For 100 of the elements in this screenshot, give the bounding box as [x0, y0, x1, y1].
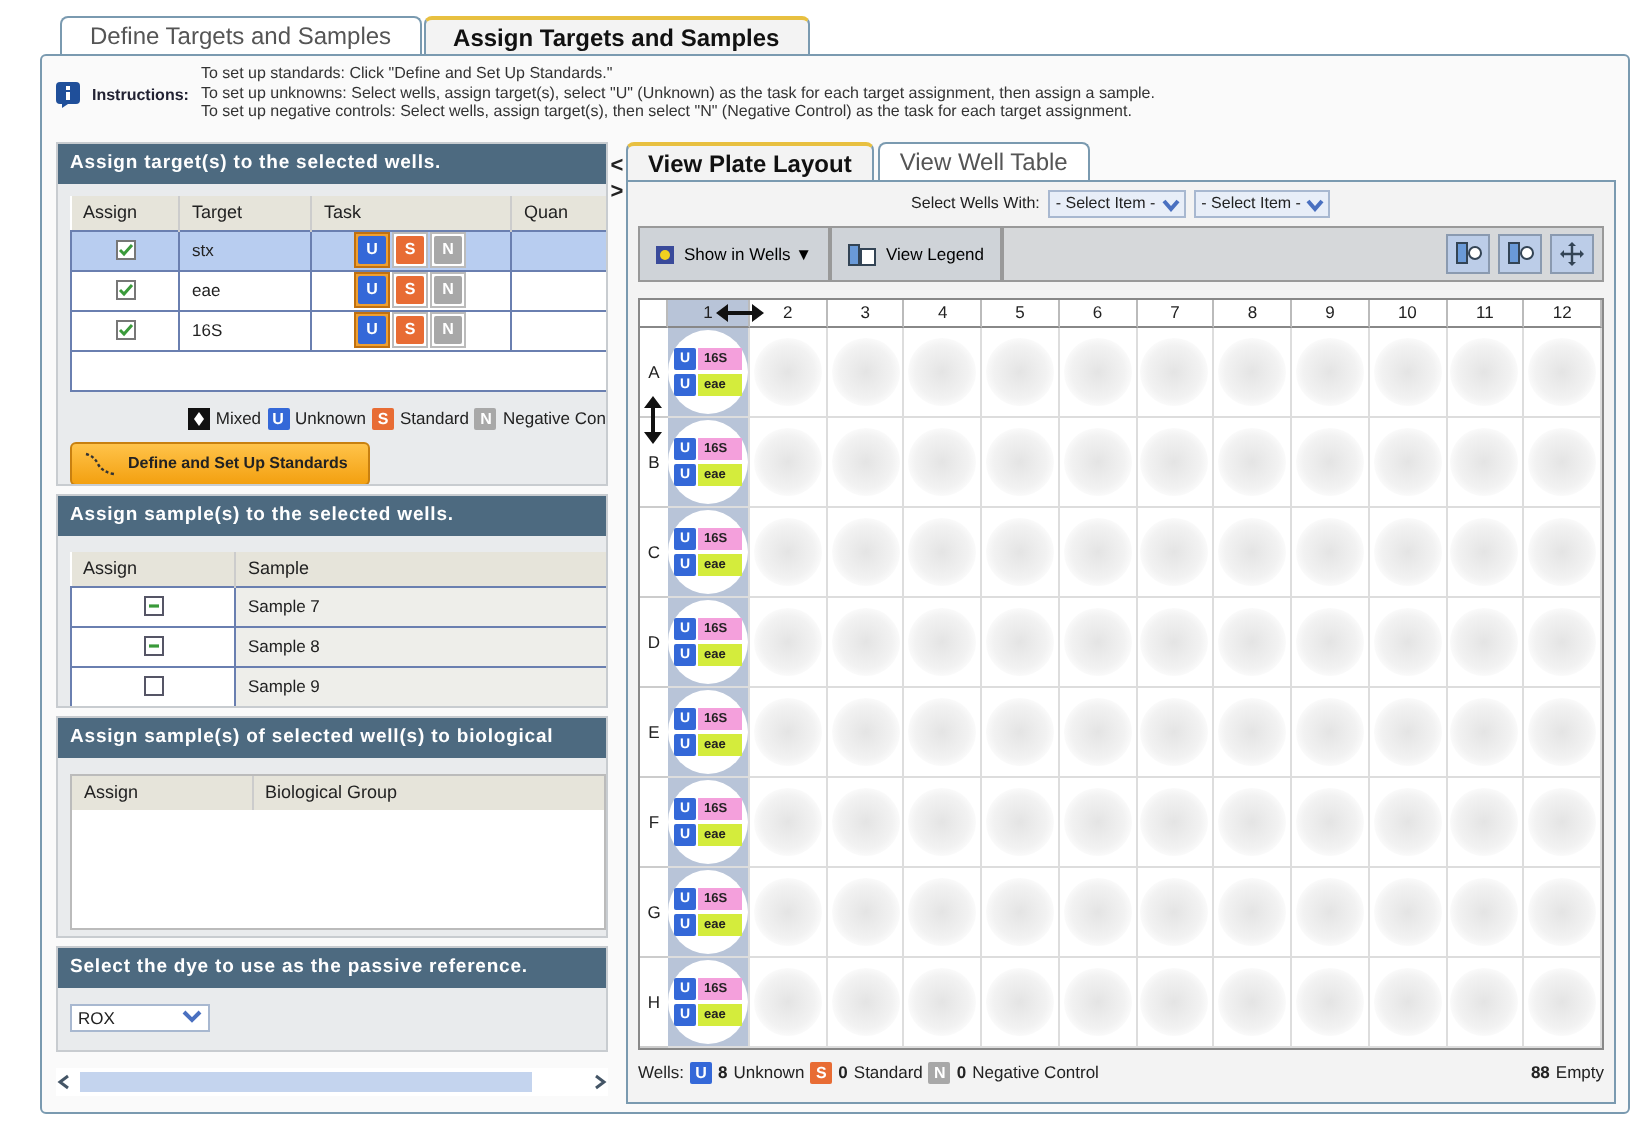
empty-well[interactable]	[753, 338, 822, 406]
empty-well[interactable]	[831, 338, 900, 406]
empty-well[interactable]	[1295, 788, 1364, 856]
empty-well[interactable]	[908, 968, 977, 1036]
empty-well[interactable]	[1295, 968, 1364, 1036]
show-in-wells-button[interactable]: Show in Wells ▼	[640, 228, 832, 280]
empty-well[interactable]	[1528, 968, 1597, 1036]
empty-well[interactable]	[1063, 878, 1132, 946]
empty-well[interactable]	[1218, 968, 1287, 1036]
column-label[interactable]: 7	[1170, 302, 1180, 322]
empty-well[interactable]	[908, 608, 977, 676]
row-label[interactable]: G	[647, 901, 661, 923]
empty-well[interactable]	[831, 788, 900, 856]
column-label[interactable]: 4	[937, 302, 948, 322]
empty-well[interactable]	[1218, 878, 1287, 946]
empty-well[interactable]	[1373, 338, 1442, 406]
empty-well[interactable]	[908, 428, 977, 496]
empty-well[interactable]	[1140, 428, 1209, 496]
checkbox[interactable]	[143, 596, 163, 617]
empty-well[interactable]	[1528, 698, 1597, 766]
collapse-button[interactable]: <	[610, 154, 624, 180]
empty-well[interactable]	[1450, 878, 1519, 946]
empty-well[interactable]	[1218, 518, 1287, 586]
row-label[interactable]: C	[647, 541, 661, 563]
empty-well[interactable]	[1450, 338, 1519, 406]
empty-well[interactable]	[1140, 338, 1209, 406]
empty-well[interactable]	[753, 608, 822, 676]
column-label[interactable]: 9	[1325, 302, 1335, 322]
empty-well[interactable]	[1063, 338, 1132, 406]
empty-well[interactable]	[986, 698, 1055, 766]
empty-well[interactable]	[1218, 608, 1287, 676]
empty-well[interactable]	[753, 518, 822, 586]
empty-well[interactable]	[1295, 698, 1364, 766]
empty-well[interactable]	[1528, 608, 1597, 676]
item-select[interactable]: - Select Item -	[1193, 190, 1331, 218]
empty-well[interactable]	[1373, 698, 1442, 766]
empty-well[interactable]	[831, 428, 900, 496]
tab[interactable]: Assign Targets and Samples	[423, 16, 810, 54]
checkbox[interactable]	[115, 280, 135, 300]
empty-well[interactable]	[1063, 608, 1132, 676]
empty-well[interactable]	[1140, 518, 1209, 586]
task-toggle[interactable]: U	[354, 232, 390, 268]
checkbox[interactable]	[115, 240, 135, 260]
row-label[interactable]: A	[648, 361, 660, 383]
column-label[interactable]: 5	[1015, 302, 1025, 322]
empty-well[interactable]	[1218, 698, 1287, 766]
row-label[interactable]: H	[647, 991, 661, 1013]
empty-well[interactable]	[1528, 878, 1597, 946]
collapse-button[interactable]: >	[610, 180, 624, 206]
zoom-in-button[interactable]	[1446, 234, 1490, 274]
empty-well[interactable]	[831, 518, 900, 586]
empty-well[interactable]	[1295, 428, 1364, 496]
empty-well[interactable]	[1373, 788, 1442, 856]
empty-well[interactable]	[753, 698, 822, 766]
empty-well[interactable]	[1140, 878, 1209, 946]
empty-well[interactable]	[908, 338, 977, 406]
empty-well[interactable]	[1063, 968, 1132, 1036]
empty-well[interactable]	[1528, 338, 1597, 406]
checkbox[interactable]	[143, 636, 163, 657]
empty-well[interactable]	[831, 968, 900, 1036]
empty-well[interactable]	[1373, 608, 1442, 676]
fit-button[interactable]	[1550, 234, 1594, 274]
empty-well[interactable]	[1140, 698, 1209, 766]
empty-well[interactable]	[1528, 428, 1597, 496]
empty-well[interactable]	[1295, 608, 1364, 676]
empty-well[interactable]	[1295, 878, 1364, 946]
column-label[interactable]: 6	[1092, 302, 1103, 322]
empty-well[interactable]	[908, 788, 977, 856]
empty-well[interactable]	[986, 608, 1055, 676]
empty-well[interactable]	[1063, 428, 1132, 496]
empty-well[interactable]	[753, 968, 822, 1036]
empty-well[interactable]	[1450, 698, 1519, 766]
empty-well[interactable]	[831, 608, 900, 676]
tab[interactable]: View Well Table	[877, 142, 1090, 180]
column-label[interactable]: 3	[860, 302, 870, 322]
horizontal-scrollbar[interactable]	[56, 1068, 608, 1096]
empty-well[interactable]	[986, 518, 1055, 586]
dye-select[interactable]: ROX	[70, 1003, 210, 1033]
empty-well[interactable]	[986, 878, 1055, 946]
empty-well[interactable]	[1063, 698, 1132, 766]
empty-well[interactable]	[1140, 788, 1209, 856]
tab[interactable]: View Plate Layout	[626, 142, 874, 180]
empty-well[interactable]	[831, 698, 900, 766]
empty-well[interactable]	[753, 788, 822, 856]
row-label[interactable]: D	[647, 631, 661, 653]
view-legend-button[interactable]: View Legend	[832, 228, 1004, 280]
empty-well[interactable]	[908, 878, 977, 946]
column-label[interactable]: 12	[1552, 302, 1572, 322]
task-toggle[interactable]: U	[354, 272, 390, 308]
zoom-out-button[interactable]	[1498, 234, 1542, 274]
column-label[interactable]: 11	[1475, 302, 1494, 322]
empty-well[interactable]	[1450, 518, 1519, 586]
row-label[interactable]: F	[648, 811, 660, 833]
empty-well[interactable]	[1528, 788, 1597, 856]
empty-well[interactable]	[1295, 338, 1364, 406]
empty-well[interactable]	[986, 788, 1055, 856]
empty-well[interactable]	[1063, 518, 1132, 586]
empty-well[interactable]	[753, 878, 822, 946]
empty-well[interactable]	[1450, 788, 1519, 856]
tab[interactable]: Define Targets and Samples	[60, 16, 422, 54]
